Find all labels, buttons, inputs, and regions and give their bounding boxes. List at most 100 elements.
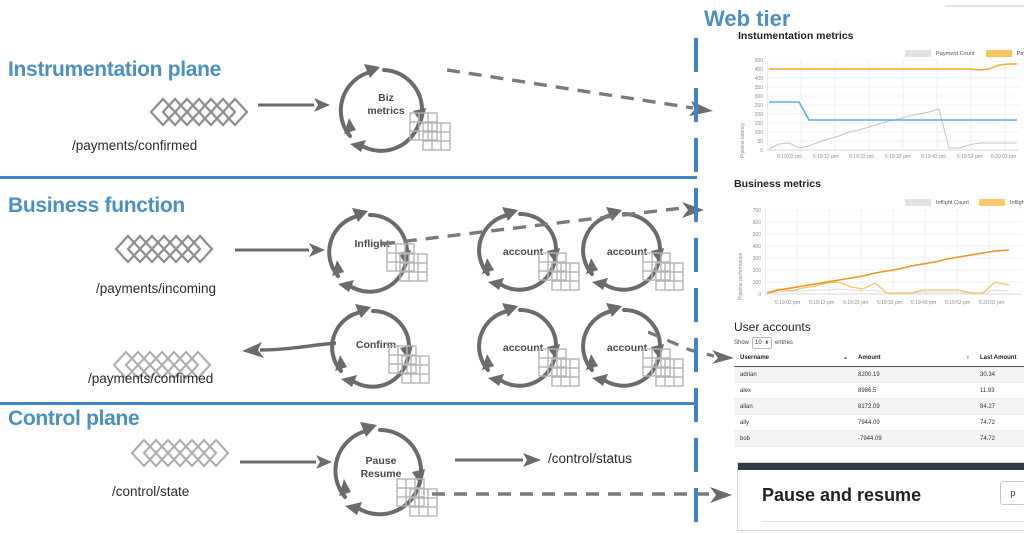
- chart1-ytick-400: 400: [754, 76, 763, 82]
- pause-and-resume-heading: Pause and resume: [762, 485, 922, 505]
- sort-both-icon: ⬍: [965, 355, 970, 361]
- cell-amount: -7944.09: [852, 430, 974, 447]
- legend-label-inflight-dollars: Inflight $: [1009, 199, 1024, 206]
- cell-username: adrian: [734, 366, 852, 383]
- table-row[interactable]: bob -7944.09 74.72: [734, 430, 1024, 447]
- chart1-ytick-350: 350: [754, 85, 763, 91]
- pause-toggle-button-label: p: [1010, 488, 1016, 498]
- dashed-arrow-control-to-web: [432, 482, 732, 508]
- chart2-ytick-300: 300: [752, 256, 761, 262]
- cell-last-amount: 11.93: [974, 382, 1024, 399]
- table-header-row: Username ▲ Amount ⬍ Last Amount: [734, 351, 1024, 367]
- legend-label-payment-count: Payment Count: [936, 50, 975, 57]
- cell-last-amount: 84.27: [974, 398, 1024, 415]
- legend-swatch-payment-total: [985, 50, 1012, 57]
- column-header-username-label: Username: [740, 355, 770, 361]
- dashed-arrow-business-to-web: [381, 196, 722, 260]
- chart2-ytick-0: 0: [758, 292, 761, 298]
- plane-title-control: Control plane: [8, 407, 140, 430]
- dashed-arrow-instrumentation-to-web: [446, 62, 715, 118]
- cell-username: bob: [734, 430, 852, 447]
- chart2-xtick-2: 5:19:22 pm: [843, 300, 869, 306]
- chart2-ytick-200: 200: [752, 268, 761, 274]
- chart2-plot: [765, 210, 1021, 295]
- cell-username: ally: [734, 414, 852, 431]
- user-accounts-table: Username ▲ Amount ⬍ Last Amount adrian 8…: [734, 351, 1024, 447]
- entries-select[interactable]: 10 ⬍: [752, 337, 772, 349]
- cell-amount: 8172.09: [852, 398, 974, 415]
- message-stack-payments-incoming: [112, 232, 220, 266]
- panel-rule: [762, 521, 1024, 522]
- plane-title-business: Business function: [8, 194, 185, 217]
- legend-swatch-payment-count: [905, 50, 931, 57]
- panel-title-instrumentation-metrics: Instumentation metrics: [738, 30, 854, 42]
- entries-select-value: 10: [755, 340, 762, 346]
- legend-swatch-inflight-dollars: [978, 199, 1005, 206]
- node-label-line1: Pause: [365, 455, 397, 467]
- grid-icon-account-3: [538, 348, 582, 388]
- panel-top-bar: [738, 463, 1024, 470]
- chart-instrumentation-metrics: Pipeline latency 500 450 400 350 300 250…: [735, 58, 1024, 163]
- chart1-ytick-100: 100: [754, 130, 763, 136]
- sort-asc-icon: ▲: [843, 355, 848, 361]
- web-tier-separator: [691, 38, 701, 529]
- chart-business-metrics: Pipeline performance 700 600 500 400 300…: [735, 208, 1024, 308]
- chart1-xtick-4: 5:19:42 pm: [921, 154, 947, 160]
- chart1-xtick-1: 5:19:12 pm: [813, 154, 839, 160]
- arrow-to-inflight: [235, 240, 325, 260]
- chart2-xtick-6: 5:20:02 pm: [979, 300, 1005, 306]
- queue-label-payments-confirmed-top: /payments/confirmed: [72, 138, 198, 153]
- arrow-to-biz-metrics: [258, 95, 330, 115]
- queue-label-payments-incoming: /payments/incoming: [96, 281, 217, 296]
- entries-per-page-control[interactable]: Show 10 ⬍ entries: [734, 337, 793, 349]
- chart1-ytick-300: 300: [754, 94, 763, 100]
- chart2-xtick-5: 5:19:52 pm: [945, 300, 971, 306]
- chart2-xtick-4: 5:19:42 pm: [911, 300, 937, 306]
- table-row[interactable]: alex 8986.5 11.93: [734, 382, 1024, 399]
- chart2-xtick-0: 5:19:02 pm: [775, 300, 801, 306]
- chart2-xtick-1: 5:19:12 pm: [809, 300, 835, 306]
- cell-username: allan: [734, 398, 852, 415]
- plane-title-instrumentation: Instrumentation plane: [8, 58, 222, 81]
- column-header-last-amount-label: Last Amount: [980, 355, 1017, 361]
- chart1-ytick-500: 500: [754, 58, 763, 64]
- cell-last-amount: 74.72: [974, 414, 1024, 431]
- chart1-ytick-200: 200: [754, 112, 763, 118]
- chart2-ytick-400: 400: [752, 244, 761, 250]
- table-row[interactable]: ally 7944.09 74.72: [734, 414, 1024, 431]
- table-row[interactable]: allan 8172.09 84.27: [734, 398, 1024, 415]
- chart1-ytick-0: 0: [760, 148, 763, 154]
- chart1-plot: [767, 60, 1019, 151]
- cell-last-amount: 30.34: [974, 366, 1024, 383]
- chart2-ytick-600: 600: [752, 220, 761, 226]
- panel-title-business-metrics: Business metrics: [734, 178, 821, 190]
- chart1-ylabel: Pipeline latency: [740, 122, 746, 158]
- queue-label-payments-confirmed-mid: /payments/confirmed: [88, 371, 214, 386]
- column-header-last-amount[interactable]: Last Amount: [974, 351, 1024, 367]
- node-label-line1: Biz: [378, 92, 394, 104]
- legend-swatch-inflight-count: [905, 199, 931, 206]
- chart2-xtick-3: 5:19:32 pm: [877, 300, 903, 306]
- chart2-ytick-500: 500: [752, 232, 761, 238]
- cell-amount: 7944.09: [852, 414, 974, 431]
- arrow-confirm-to-queue: [242, 338, 337, 360]
- pause-toggle-button[interactable]: p: [1000, 481, 1024, 505]
- show-suffix-label: entries: [774, 340, 793, 346]
- cell-amount: 8200.19: [852, 366, 974, 383]
- chart1-xtick-5: 5:19:52 pm: [957, 154, 983, 160]
- column-header-amount[interactable]: Amount ⬍: [852, 351, 974, 367]
- chart1-xtick-3: 5:19:32 pm: [885, 154, 911, 160]
- chart2-ytick-100: 100: [752, 280, 761, 286]
- message-stack-payments-confirmed-top: [147, 95, 255, 129]
- chart1-ytick-250: 250: [754, 103, 763, 109]
- arrow-to-control-status: [455, 450, 541, 470]
- column-header-username[interactable]: Username ▲: [734, 351, 852, 367]
- cell-username: alex: [734, 382, 852, 399]
- chart1-xtick-0: 5:19:02 pm: [777, 154, 803, 160]
- top-scroll-stub: [945, 5, 1024, 7]
- divider-instrumentation-business: [0, 176, 697, 179]
- show-prefix-label: Show: [734, 340, 750, 346]
- table-row[interactable]: adrian 8200.19 30.34: [734, 366, 1024, 383]
- queue-label-control-state: /control/state: [112, 484, 190, 499]
- chart1-xtick-6: 5:20:02 pm: [991, 154, 1017, 160]
